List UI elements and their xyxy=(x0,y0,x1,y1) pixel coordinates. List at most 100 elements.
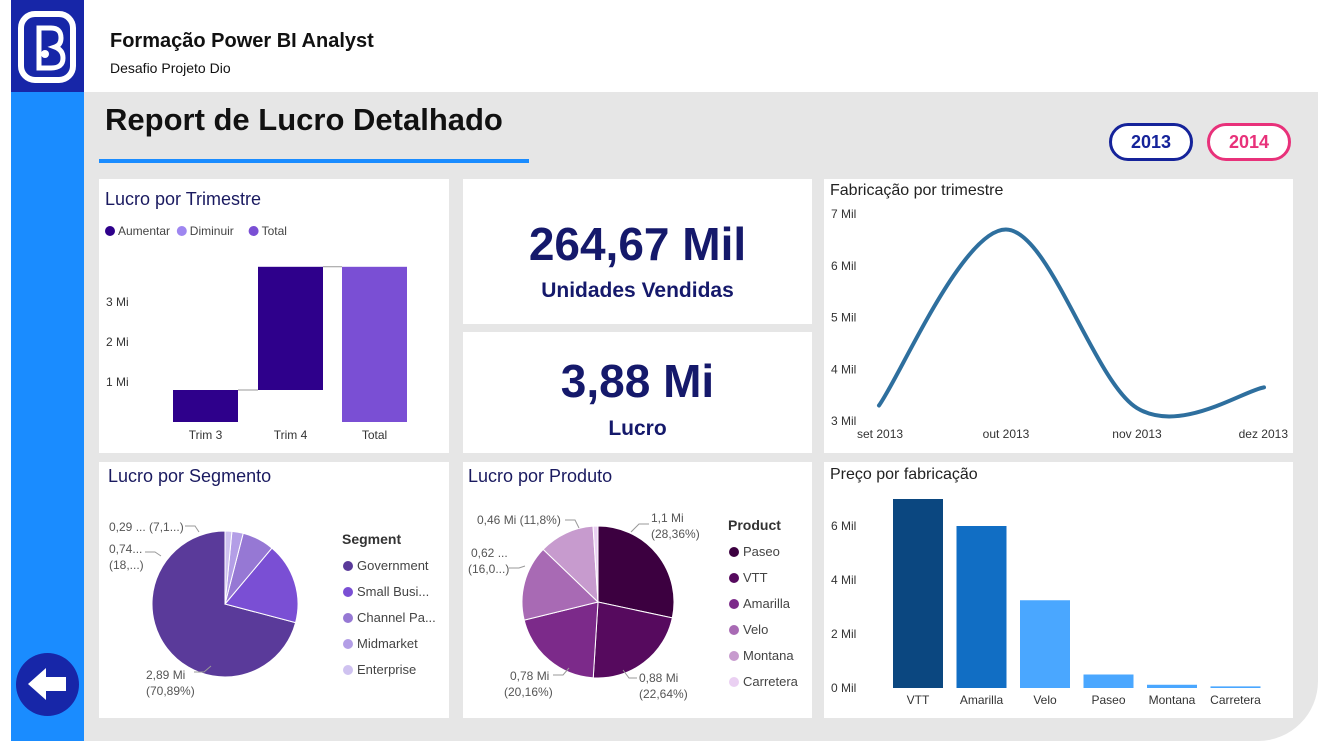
bar xyxy=(1210,686,1261,688)
profit-by-segment-panel: Lucro por Segmento Segment Government Smal… xyxy=(99,462,449,718)
kpi-value: 264,67 Mil xyxy=(528,218,747,270)
x-tick-label: nov 2013 xyxy=(1112,427,1162,441)
data-label: (16,0...) xyxy=(468,562,509,576)
year-2014-button[interactable]: 2014 xyxy=(1207,123,1291,161)
x-tick-label: dez 2013 xyxy=(1239,427,1289,441)
data-label: 0,29 ... (7,1...) xyxy=(109,520,184,534)
data-label: (20,16%) xyxy=(504,685,553,699)
title-underline xyxy=(99,159,529,163)
x-tick-label: Trim 4 xyxy=(274,428,308,442)
sidebar xyxy=(11,0,84,741)
waterfall-bar xyxy=(342,266,407,422)
y-tick-label: 6 Mil xyxy=(831,519,856,533)
leader-line xyxy=(145,551,162,557)
legend-label: Enterprise xyxy=(357,662,416,677)
data-label: (18,...) xyxy=(109,558,144,572)
legend-marker xyxy=(343,587,353,597)
y-tick-label: 6 Mil xyxy=(831,259,856,273)
legend-label: Midmarket xyxy=(357,636,418,651)
profit-card: 3,88 Mi Lucro xyxy=(463,332,812,453)
leader-line xyxy=(565,519,580,529)
data-label: 0,88 Mi xyxy=(639,671,678,685)
legend-label: Velo xyxy=(743,622,768,637)
legend-marker xyxy=(343,561,353,571)
data-label: (70,89%) xyxy=(146,684,195,698)
legend-label: Diminuir xyxy=(190,224,234,238)
legend-marker xyxy=(729,599,739,609)
legend-marker xyxy=(248,226,259,236)
data-label: 0,78 Mi xyxy=(510,669,549,683)
x-tick-label: Trim 3 xyxy=(189,428,223,442)
bar xyxy=(893,499,943,688)
x-tick-label: Carretera xyxy=(1210,693,1261,707)
kpi-value: 3,88 Mi xyxy=(560,355,715,407)
legend-marker xyxy=(105,226,115,236)
legend-marker xyxy=(343,639,353,649)
data-label: 0,46 Mi (11,8%) xyxy=(477,513,561,527)
x-tick-label: Montana xyxy=(1149,693,1196,707)
kpi-label: Lucro xyxy=(608,417,667,440)
leader-line xyxy=(630,523,649,533)
y-tick-label: 1 Mi xyxy=(106,375,129,389)
y-tick-label: 4 Mil xyxy=(831,362,856,376)
y-tick-label: 2 Mi xyxy=(106,335,129,349)
legend-label: Aumentar xyxy=(118,224,170,238)
arrow-left-icon xyxy=(28,668,66,700)
y-tick-label: 4 Mil xyxy=(831,573,856,587)
data-label: 1,1 Mi xyxy=(651,511,684,525)
data-label: 0,62 ... xyxy=(471,546,508,560)
legend-label: Channel Pa... xyxy=(357,610,436,625)
bar xyxy=(956,526,1007,688)
line-chart: 3 Mil 4 Mil 5 Mil 6 Mil 7 Mil set 2013 out 201… xyxy=(831,207,1289,441)
legend-label: Paseo xyxy=(743,544,780,559)
legend-label: Carretera xyxy=(743,674,799,689)
series-line xyxy=(877,227,1266,419)
product-pie-chart: Product Paseo VTT Amarilla Velo Montana Carret… xyxy=(468,511,799,701)
legend-marker xyxy=(343,665,353,675)
legend-label: Montana xyxy=(743,648,794,663)
legend-marker xyxy=(729,651,739,661)
price-by-manufacturing-panel: Preço por fabricação 0 Mil 2 Mil 4 Mil 6 Mi… xyxy=(824,462,1293,718)
back-button[interactable] xyxy=(16,653,79,716)
y-tick-label: 3 Mi xyxy=(106,295,129,309)
data-label: (28,36%) xyxy=(651,527,700,541)
profit-by-quarter-panel: Lucro por Trimestre Aumentar Diminuir Tota… xyxy=(99,179,449,453)
x-tick-label: Paseo xyxy=(1091,693,1125,707)
x-tick-label: Amarilla xyxy=(960,693,1004,707)
data-label: 2,89 Mi xyxy=(146,668,185,682)
y-tick-label: 5 Mil xyxy=(831,311,856,325)
legend-marker xyxy=(729,625,739,635)
kpi-label: Unidades Vendidas xyxy=(541,279,734,302)
waterfall-chart: Aumentar Diminuir Total 1 Mi 2 Mi 3 Mi Trim 3 T… xyxy=(105,224,407,442)
legend-title: Segment xyxy=(342,531,401,547)
y-tick-label: 2 Mil xyxy=(831,627,856,641)
year-2013-button[interactable]: 2013 xyxy=(1109,123,1193,161)
x-tick-label: VTT xyxy=(907,693,930,707)
legend-label: Government xyxy=(357,558,429,573)
legend-marker xyxy=(343,613,353,623)
data-label: 0,74... xyxy=(109,542,142,556)
legend-marker xyxy=(729,677,739,687)
bar xyxy=(1147,684,1197,688)
manufacturing-by-quarter-panel: Fabricação por trimestre 3 Mil 4 Mil 5 Mil… xyxy=(824,179,1293,453)
x-tick-label: set 2013 xyxy=(857,427,903,441)
legend-title: Product xyxy=(728,517,781,533)
bar-chart: 0 Mil 2 Mil 4 Mil 6 Mil VTT Amarilla Velo Paseo… xyxy=(831,499,1261,707)
segment-pie-chart: Segment Government Small Busi... Channel Pa… xyxy=(109,520,436,698)
x-tick-label: Total xyxy=(362,428,387,442)
bar xyxy=(1083,674,1134,688)
profit-by-product-panel: Lucro por Produto Product Paseo VTT Amarill… xyxy=(463,462,812,718)
legend-label: Amarilla xyxy=(743,596,791,611)
x-tick-label: out 2013 xyxy=(983,427,1030,441)
legend-marker xyxy=(729,573,739,583)
y-tick-label: 3 Mil xyxy=(831,414,856,428)
bar xyxy=(1020,600,1070,688)
page-title: Report de Lucro Detalhado xyxy=(105,102,503,137)
waterfall-bar xyxy=(173,390,238,422)
y-tick-label: 7 Mil xyxy=(831,207,856,221)
x-tick-label: Velo xyxy=(1033,693,1057,707)
header-subtitle: Desafio Projeto Dio xyxy=(110,60,231,76)
legend-label: Small Busi... xyxy=(357,584,429,599)
legend-marker xyxy=(729,547,739,557)
data-label: (22,64%) xyxy=(639,687,688,701)
